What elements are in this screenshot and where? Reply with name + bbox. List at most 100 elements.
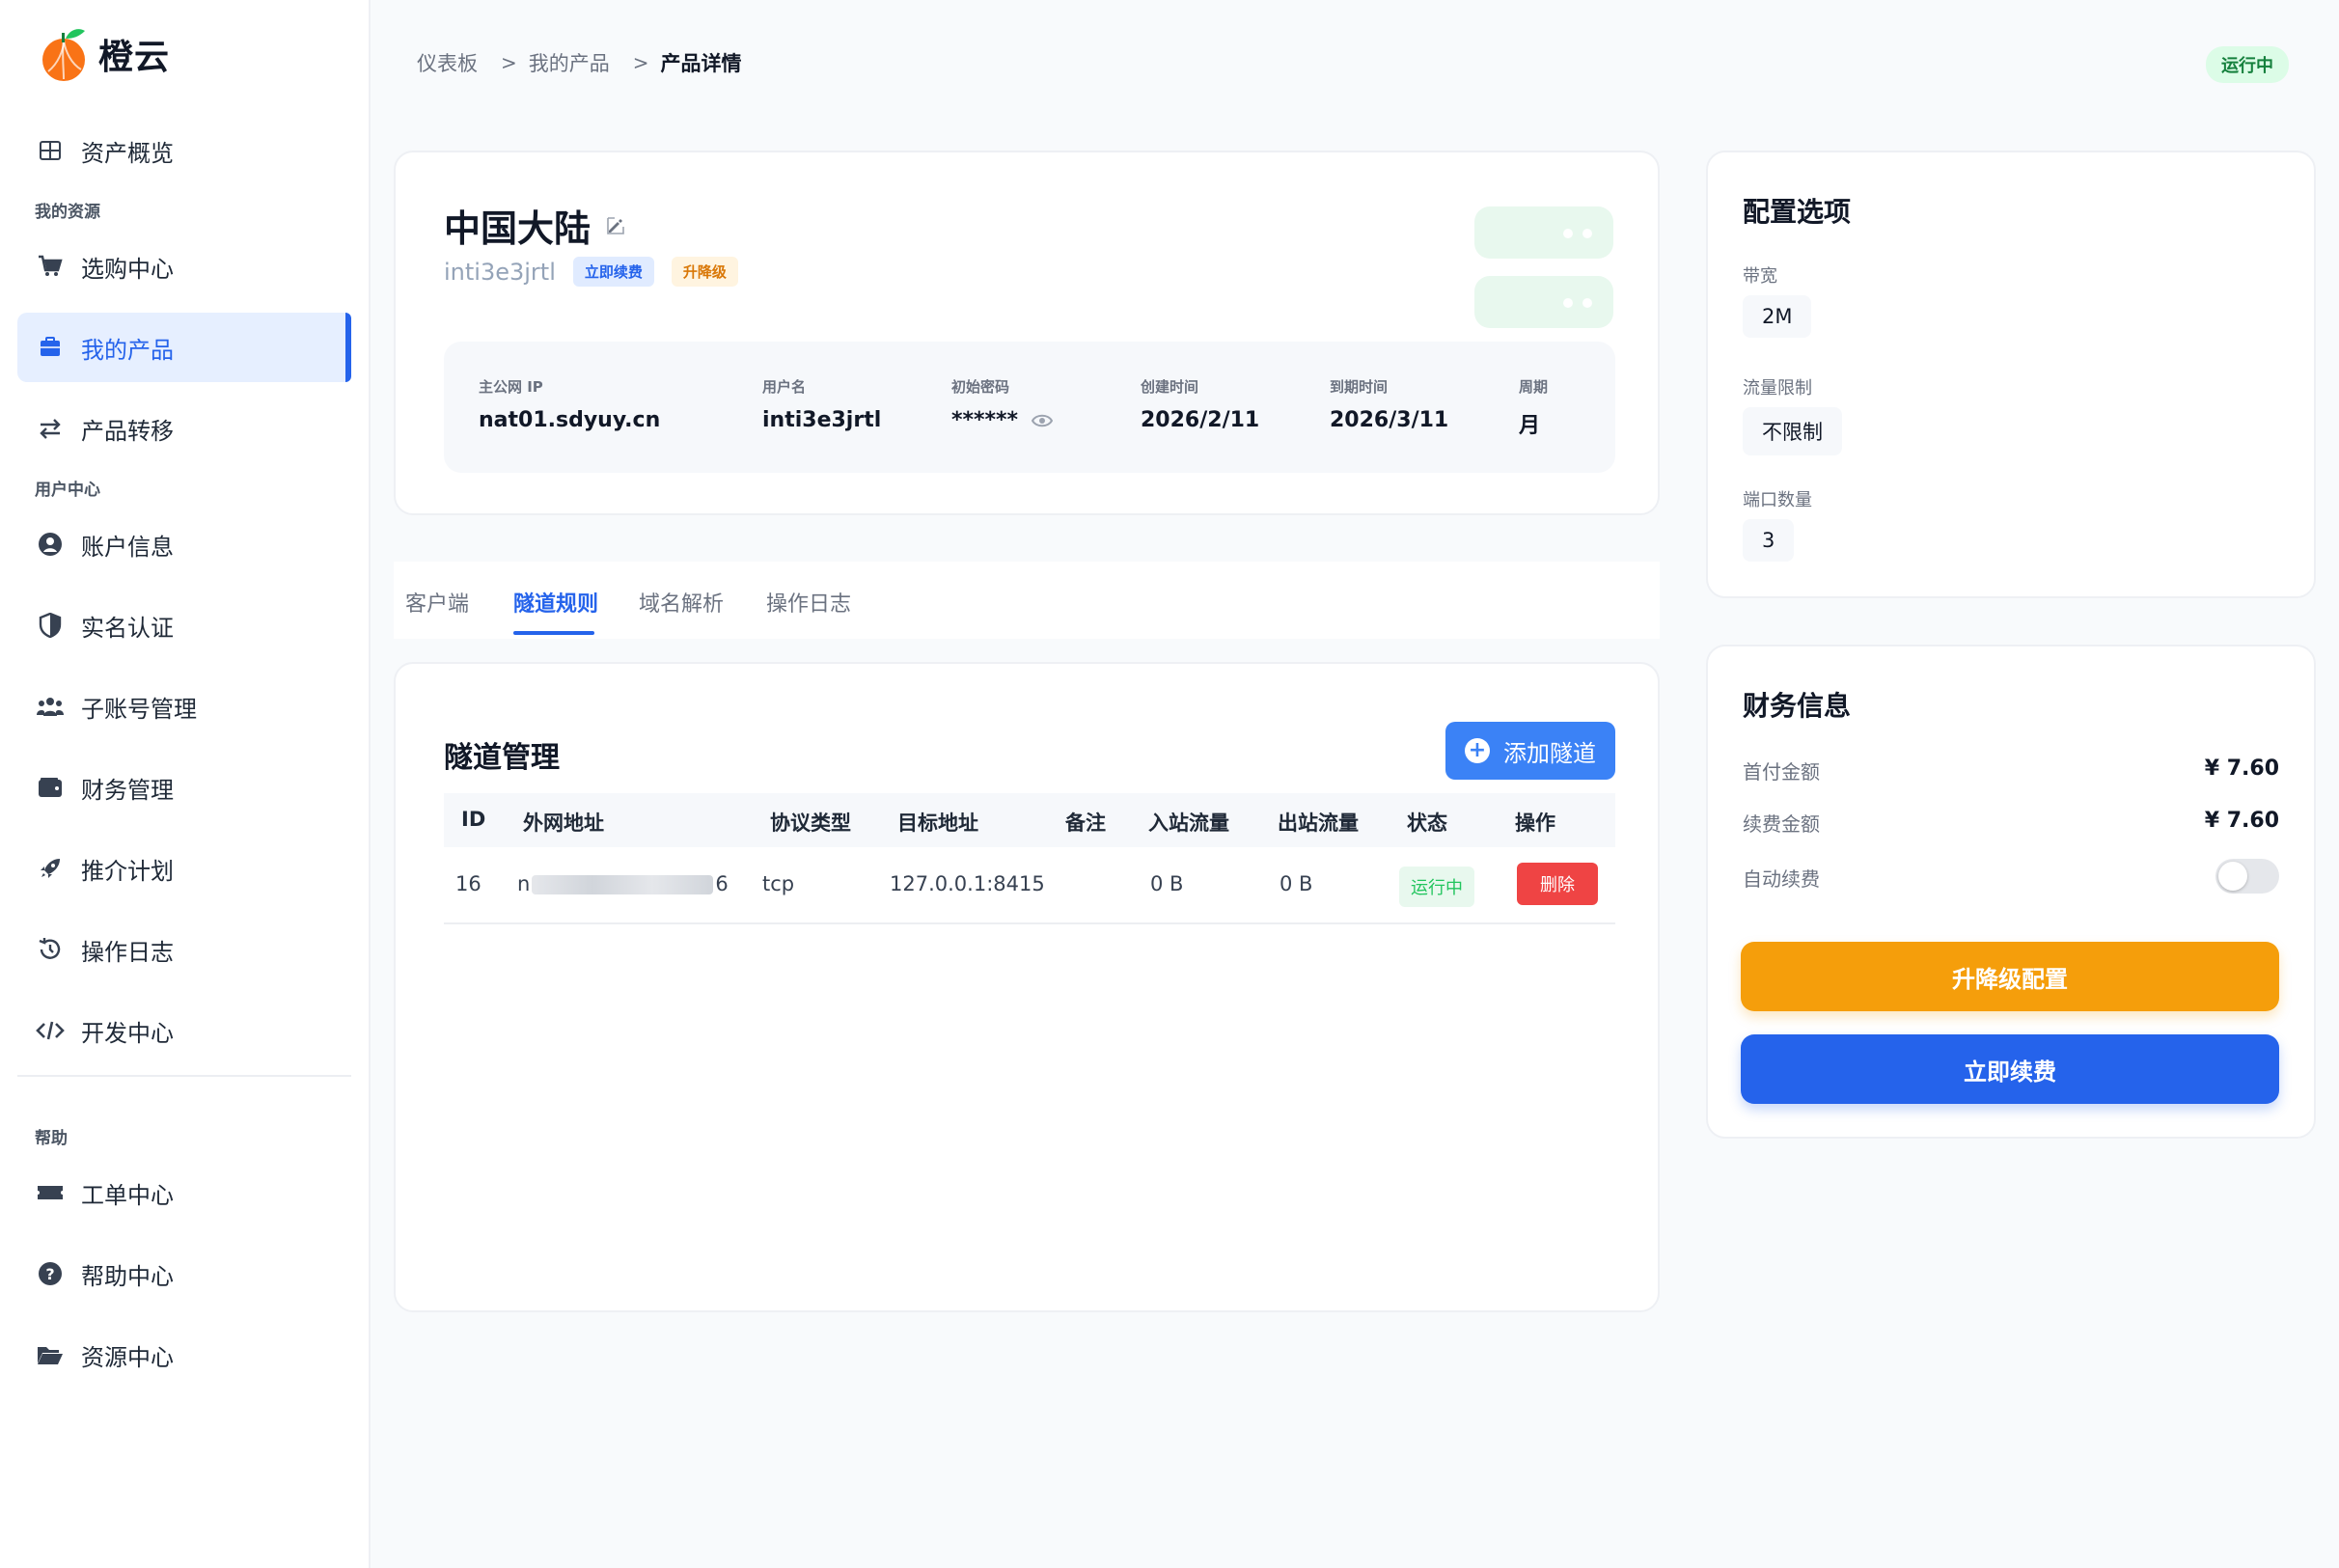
sidebar-item-ticket[interactable]: 工单中心 xyxy=(17,1158,351,1227)
sidebar-item-label: 操作日志 xyxy=(81,938,174,966)
bandwidth-value: 2M xyxy=(1743,295,1812,338)
finance-title: 财务信息 xyxy=(1743,690,1852,722)
sidebar-item-referral[interactable]: 推介计划 xyxy=(17,834,351,903)
th-status: 状态 xyxy=(1407,812,1447,835)
info-label: 周期 xyxy=(1519,378,1549,396)
sidebar-item-my-products[interactable]: 我的产品 xyxy=(17,313,351,382)
breadcrumb-dashboard[interactable]: 仪表板 xyxy=(417,48,478,77)
sidebar-item-overview[interactable]: 资产概览 xyxy=(17,116,351,185)
th-target: 目标地址 xyxy=(897,812,978,835)
sidebar-divider xyxy=(17,1075,351,1077)
sidebar-item-account[interactable]: 账户信息 xyxy=(17,509,351,579)
orange-logo-icon xyxy=(42,29,85,81)
info-value: 2026/2/11 xyxy=(1141,408,1260,432)
edit-icon[interactable] xyxy=(606,216,625,235)
password-value: ****** xyxy=(951,408,1019,432)
sidebar-item-label: 产品转移 xyxy=(81,417,174,445)
sidebar-section-help: 帮助 xyxy=(35,1129,68,1148)
wallet-icon xyxy=(35,772,66,803)
renew-amount-value: ¥ 7.60 xyxy=(2204,809,2279,833)
product-username: inti3e3jrtl xyxy=(444,258,556,286)
bandwidth-label: 带宽 xyxy=(1743,266,1777,287)
tab-bar: 客户端 隧道规则 域名解析 操作日志 xyxy=(394,562,1660,639)
info-label: 创建时间 xyxy=(1141,378,1199,396)
external-end: 6 xyxy=(715,872,729,895)
info-ip: 主公网 IP nat01.sdyuy.cn xyxy=(479,376,660,432)
info-created: 创建时间 2026/2/11 xyxy=(1141,376,1259,432)
users-group-icon xyxy=(35,691,66,722)
config-card: 配置选项 带宽 2M 流量限制 不限制 端口数量 3 xyxy=(1706,151,2316,598)
th-inbound: 入站流量 xyxy=(1148,812,1229,835)
pill-dot xyxy=(1563,298,1573,308)
sidebar-section-user: 用户中心 xyxy=(35,481,100,500)
table-header: ID 外网地址 协议类型 目标地址 备注 入站流量 出站流量 状态 操作 xyxy=(444,793,1615,847)
sidebar-item-subaccount[interactable]: 子账号管理 xyxy=(17,672,351,741)
auto-renew-toggle[interactable] xyxy=(2215,859,2279,894)
chevron-right-icon: > xyxy=(501,51,517,74)
user-circle-icon xyxy=(35,529,66,560)
folder-open-icon xyxy=(35,1339,66,1370)
tab-dns[interactable]: 域名解析 xyxy=(639,587,724,618)
cell-outbound: 0 B xyxy=(1280,872,1313,895)
pill-dot xyxy=(1582,229,1592,238)
info-label: 初始密码 xyxy=(951,378,1010,396)
sidebar-item-label: 我的产品 xyxy=(81,336,174,364)
sidebar-item-dev[interactable]: 开发中心 xyxy=(17,996,351,1065)
sidebar-item-finance[interactable]: 财务管理 xyxy=(17,753,351,822)
rocket-icon xyxy=(35,853,66,884)
first-payment-value: ¥ 7.60 xyxy=(2204,756,2279,781)
page-title: 中国大陆 xyxy=(444,207,592,250)
sidebar-item-label: 帮助中心 xyxy=(81,1262,174,1290)
delete-button[interactable]: 删除 xyxy=(1517,863,1598,905)
status-badge: 运行中 xyxy=(2206,46,2289,83)
sidebar-item-label: 选购中心 xyxy=(81,255,174,283)
sidebar-item-label: 资源中心 xyxy=(81,1343,174,1371)
product-title-row: 中国大陆 xyxy=(444,199,625,252)
cell-protocol: tcp xyxy=(762,872,795,895)
sidebar-item-resources[interactable]: 资源中心 xyxy=(17,1320,351,1389)
pill-dot xyxy=(1563,229,1573,238)
tab-client[interactable]: 客户端 xyxy=(405,587,469,618)
tunnel-card: 隧道管理 + 添加隧道 ID 外网地址 协议类型 目标地址 备注 入站流量 出站… xyxy=(394,662,1660,1312)
brand-name: 橙云 xyxy=(98,38,171,77)
upgrade-tag[interactable]: 升降级 xyxy=(671,257,738,287)
info-username: 用户名 inti3e3jrtl xyxy=(762,376,881,432)
action-pill-2[interactable] xyxy=(1474,276,1613,328)
add-tunnel-button[interactable]: + 添加隧道 xyxy=(1445,722,1615,780)
renew-now-button[interactable]: 立即续费 xyxy=(1741,1034,2279,1104)
table-row: 16 n6 tcp 127.0.0.1:8415 0 B 0 B 运行中 删除 xyxy=(444,847,1615,924)
info-period: 周期 月 xyxy=(1519,376,1548,439)
th-external: 外网地址 xyxy=(523,812,604,835)
action-pill-1[interactable] xyxy=(1474,206,1613,259)
sidebar-item-label: 推介计划 xyxy=(81,857,174,885)
sidebar-item-transfer[interactable]: 产品转移 xyxy=(17,394,351,463)
swap-arrows-icon xyxy=(35,413,66,444)
redacted-blur xyxy=(532,875,714,894)
sidebar-item-oplog[interactable]: 操作日志 xyxy=(17,915,351,984)
tab-active-indicator xyxy=(513,631,594,635)
traffic-label: 流量限制 xyxy=(1743,378,1812,399)
sidebar-item-label: 实名认证 xyxy=(81,614,174,642)
th-protocol: 协议类型 xyxy=(770,812,851,835)
sidebar-item-verify[interactable]: 实名认证 xyxy=(17,591,351,660)
eye-icon[interactable] xyxy=(1032,413,1054,428)
tunnel-title: 隧道管理 xyxy=(444,741,560,775)
tab-oplog[interactable]: 操作日志 xyxy=(766,587,851,618)
renew-tag[interactable]: 立即续费 xyxy=(572,257,654,287)
cell-external: n6 xyxy=(517,872,729,895)
sidebar-item-label: 子账号管理 xyxy=(81,695,197,723)
sidebar-item-help[interactable]: ? 帮助中心 xyxy=(17,1239,351,1308)
sidebar-item-label: 工单中心 xyxy=(81,1181,174,1209)
renew-amount-label: 续费金额 xyxy=(1743,812,1820,836)
info-label: 用户名 xyxy=(762,378,807,396)
product-card: 中国大陆 inti3e3jrtl 立即续费 升降级 主公网 IP nat01.s… xyxy=(394,151,1660,515)
sidebar-item-shop[interactable]: 选购中心 xyxy=(17,232,351,301)
tab-tunnel-rules[interactable]: 隧道规则 xyxy=(513,587,598,618)
info-value: inti3e3jrtl xyxy=(762,408,882,432)
brand-logo[interactable]: 橙云 xyxy=(39,25,170,83)
ticket-icon xyxy=(35,1177,66,1208)
info-value: 2026/3/11 xyxy=(1330,408,1449,432)
upgrade-config-button[interactable]: 升降级配置 xyxy=(1741,942,2279,1011)
th-outbound: 出站流量 xyxy=(1278,812,1359,835)
breadcrumb-my-products[interactable]: 我的产品 xyxy=(529,48,610,77)
